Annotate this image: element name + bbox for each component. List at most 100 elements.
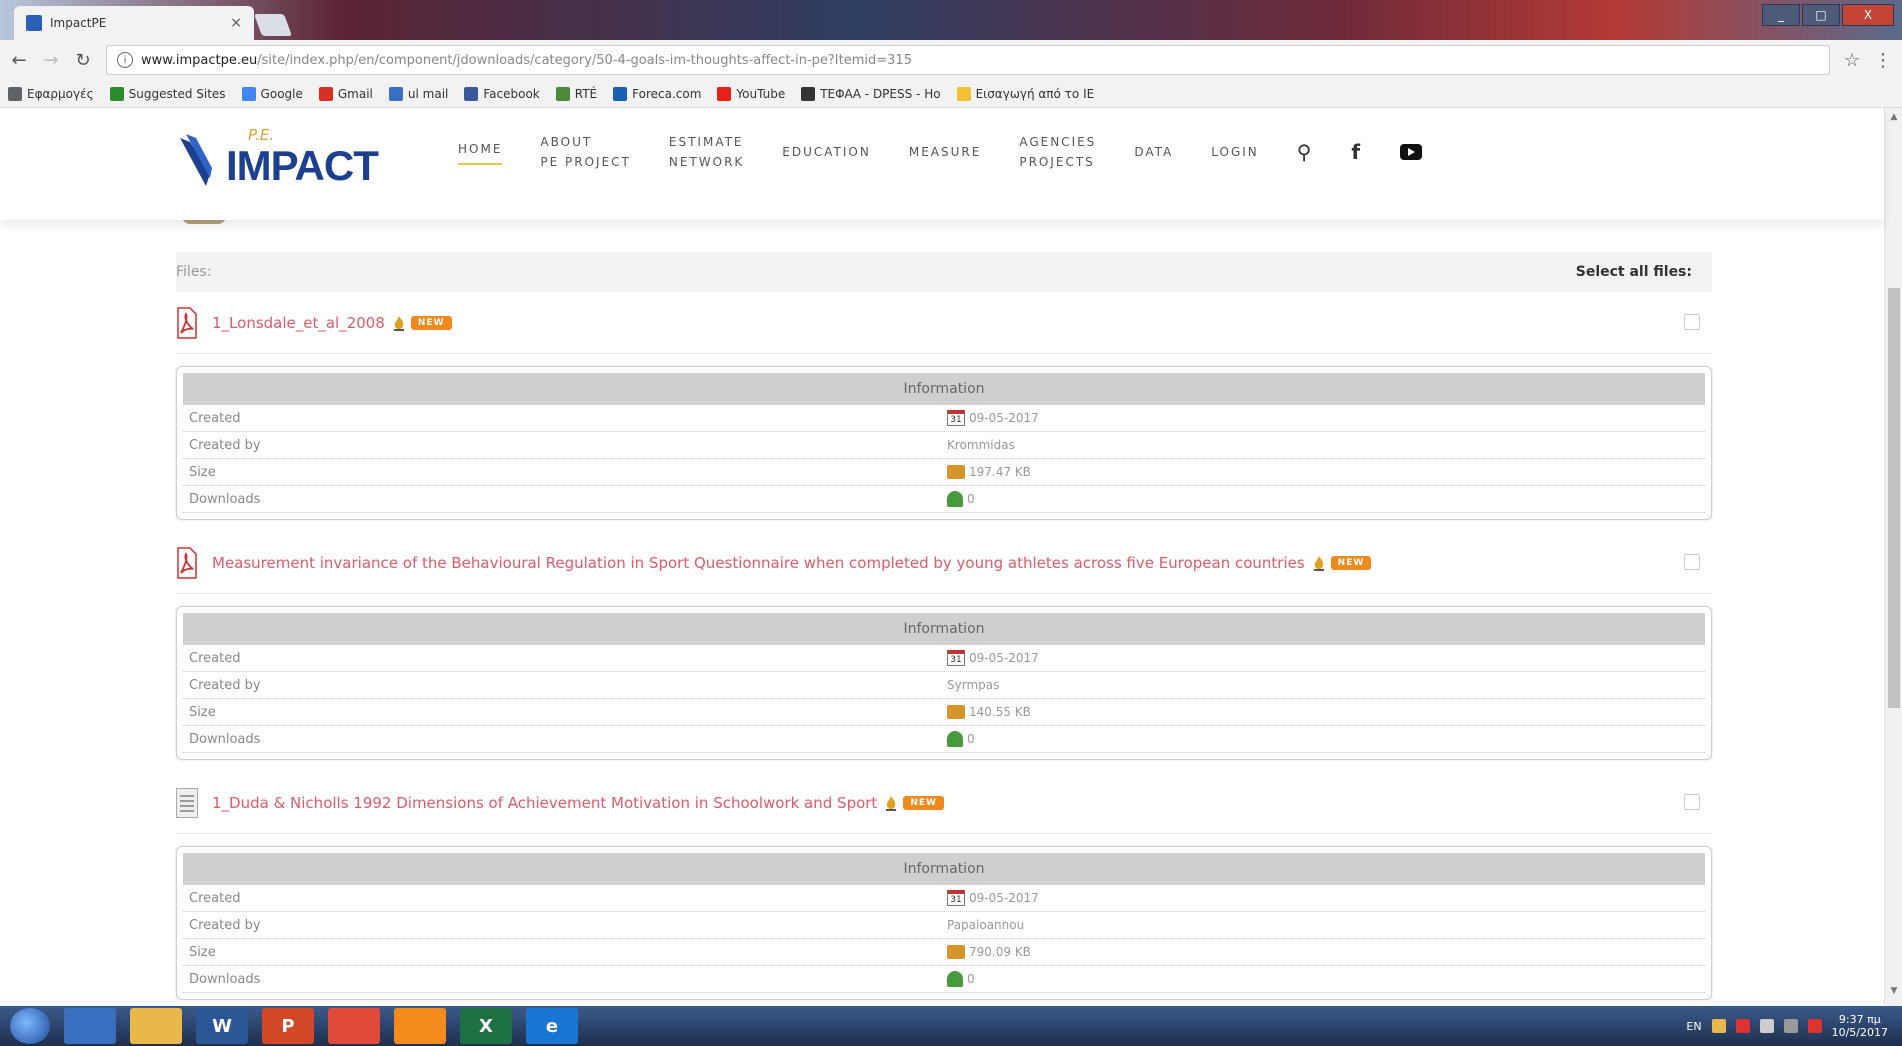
bookmark-item[interactable]: RTÉ (555, 86, 598, 101)
volume-icon[interactable] (1759, 1019, 1774, 1033)
file-download-link[interactable]: 1_Lonsdale_et_al_2008 (212, 314, 385, 332)
nav-estimate-network[interactable]: ESTIMATE NETWORK (669, 132, 744, 172)
nav-education[interactable]: EDUCATION (782, 142, 871, 162)
taskbar-app[interactable]: P (262, 1008, 314, 1044)
bookmark-icon (318, 86, 333, 101)
bookmark-item[interactable]: Εισαγωγή από το IE (956, 86, 1095, 101)
tab-close-icon[interactable]: × (230, 15, 242, 31)
file-row: Measurement invariance of the Behavioura… (176, 532, 1712, 594)
info-row-size: Size 140.55 KB (183, 699, 1705, 726)
bookmark-item[interactable]: Gmail (318, 86, 373, 101)
info-row-downloads: Downloads 0 (183, 726, 1705, 753)
tray-folder-icon[interactable] (1711, 1019, 1726, 1033)
network-icon[interactable] (1783, 1019, 1798, 1033)
bookmarks-bar: Εφαρμογές Suggested Sites Google Gmail ul ma… (0, 80, 1902, 108)
download-icon (947, 491, 963, 507)
nav-data[interactable]: DATA (1134, 142, 1173, 162)
bookmark-label: Εισαγωγή από το IE (975, 86, 1095, 101)
close-window-button[interactable]: X (1842, 4, 1894, 26)
taskbar-app[interactable] (328, 1008, 380, 1044)
bookmark-item[interactable]: YouTube (717, 86, 786, 101)
calendar-icon: 31 (947, 410, 965, 426)
package-icon (947, 945, 965, 959)
clock[interactable]: 9:37 πμ 10/5/2017 (1832, 1013, 1888, 1039)
bookmark-item[interactable]: Facebook (464, 86, 540, 101)
info-value-text: 140.55 KB (969, 705, 1031, 719)
taskbar-app[interactable] (394, 1008, 446, 1044)
menu-dots-icon[interactable]: ⋮ (1874, 50, 1892, 71)
reload-icon[interactable]: ↻ (74, 50, 92, 71)
info-icon[interactable]: i (117, 52, 133, 68)
taskbar-app[interactable]: e (526, 1008, 578, 1044)
tray-flag-icon[interactable] (1735, 1019, 1750, 1033)
download-icon (947, 731, 963, 747)
language-indicator[interactable]: EN (1686, 1020, 1701, 1033)
search-icon[interactable]: ⚲ (1297, 140, 1314, 164)
url-field[interactable]: i www.impactpe.eu /site/index.php/en/com… (106, 45, 1830, 75)
main-navigation: HOME ABOUT PE PROJECT ESTIMATE NETWORK E… (458, 132, 1423, 172)
scrollbar-thumb[interactable] (1888, 288, 1900, 708)
browser-tab[interactable]: ImpactPE × (14, 6, 254, 40)
nav-login[interactable]: LOGIN (1211, 142, 1259, 162)
pdf-icon (176, 546, 198, 579)
impact-logo[interactable]: P.E. IMPACT (176, 122, 379, 192)
forward-arrow-icon[interactable]: → (42, 50, 60, 71)
info-value-text: 790.09 KB (969, 945, 1031, 959)
info-label: Size (189, 944, 216, 960)
new-badge: NEW (1330, 555, 1372, 570)
minimize-button[interactable]: _ (1762, 4, 1800, 26)
bookmark-item[interactable]: Εφαρμογές (8, 86, 94, 101)
facebook-icon[interactable]: f (1351, 140, 1362, 164)
info-value-text: 09-05-2017 (969, 891, 1039, 905)
bookmark-icon (241, 86, 256, 101)
bookmark-item[interactable]: ul mail (388, 86, 449, 101)
info-label: Created by (189, 917, 261, 933)
file-select-checkbox[interactable] (1684, 794, 1700, 810)
file-select-checkbox[interactable] (1684, 314, 1700, 330)
select-all-files-label[interactable]: Select all files: (1576, 264, 1712, 280)
information-header: Information (183, 853, 1705, 885)
info-row-created: Created 31 09-05-2017 (183, 405, 1705, 432)
page-scrollbar[interactable]: ▲ ▼ (1884, 108, 1902, 1006)
info-row-created-by: Created by Krommidas (183, 432, 1705, 459)
info-label: Downloads (189, 491, 261, 507)
hot-flame-icon (1311, 555, 1327, 571)
bookmark-icon (109, 86, 124, 101)
bookmark-label: RTÉ (574, 86, 598, 101)
tray-alert-icon[interactable] (1807, 1019, 1822, 1033)
nav-about-pe-project[interactable]: ABOUT PE PROJECT (540, 132, 630, 172)
maximize-button[interactable]: □ (1802, 4, 1840, 26)
scroll-down-icon[interactable]: ▼ (1885, 986, 1902, 1002)
nav-agencies-projects[interactable]: AGENCIES PROJECTS (1019, 132, 1096, 172)
new-tab-button[interactable] (253, 14, 293, 36)
taskbar-app[interactable]: X (460, 1008, 512, 1044)
downloads-content: Files: Select all files: 1_Lonsdale_et_a… (176, 252, 1712, 1006)
scroll-up-icon[interactable]: ▲ (1885, 112, 1902, 128)
info-label: Downloads (189, 971, 261, 987)
bookmark-item[interactable]: ΤΕΦΑΑ - DPESS - Ho (801, 86, 941, 101)
bookmark-icon (464, 86, 479, 101)
tab-title: ImpactPE (50, 16, 107, 30)
info-label: Size (189, 464, 216, 480)
youtube-icon[interactable] (1400, 144, 1423, 160)
nav-home[interactable]: HOME (458, 139, 503, 165)
bookmark-item[interactable]: Suggested Sites (109, 86, 226, 101)
taskbar-app[interactable] (64, 1008, 116, 1044)
bookmark-item[interactable]: Google (241, 86, 303, 101)
bookmark-star-icon[interactable]: ☆ (1844, 50, 1860, 71)
file-download-link[interactable]: Measurement invariance of the Behavioura… (212, 554, 1305, 572)
bookmark-icon (956, 86, 971, 101)
file-download-link[interactable]: 1_Duda & Nicholls 1992 Dimensions of Ach… (212, 794, 877, 812)
file-select-checkbox[interactable] (1684, 554, 1700, 570)
taskbar-app[interactable]: W (196, 1008, 248, 1044)
nav-measure[interactable]: MEASURE (909, 142, 981, 162)
back-arrow-icon[interactable]: ← (10, 50, 28, 71)
start-button[interactable] (10, 1008, 50, 1044)
bookmark-label: ul mail (407, 86, 449, 101)
bookmark-label: YouTube (736, 86, 786, 101)
info-label: Created (189, 650, 241, 666)
bookmark-item[interactable]: Foreca.com (613, 86, 701, 101)
bookmark-label: Suggested Sites (128, 86, 226, 101)
bookmark-icon (388, 86, 403, 101)
taskbar-app[interactable] (130, 1008, 182, 1044)
